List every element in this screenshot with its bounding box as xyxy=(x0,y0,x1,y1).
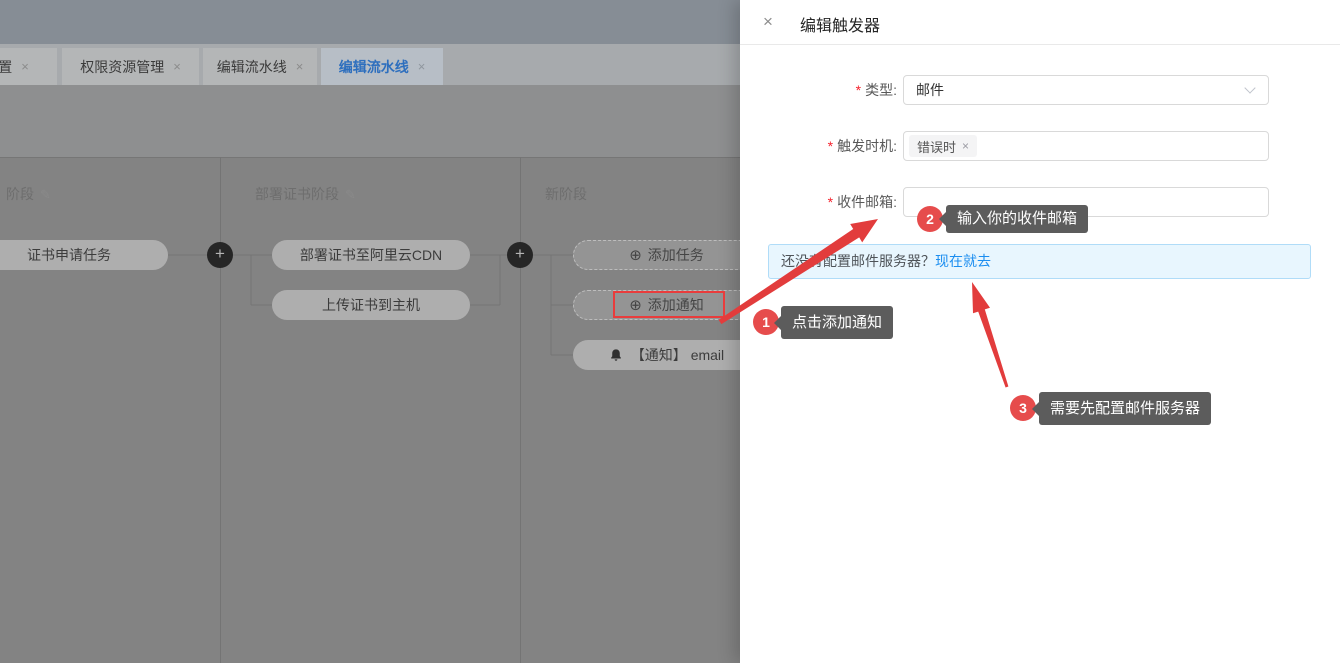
stage-title-text: 新阶段 xyxy=(545,186,587,202)
step-tooltip-3: 需要先配置邮件服务器 xyxy=(1039,392,1211,425)
tag-close-icon[interactable]: × xyxy=(962,139,969,153)
pipeline-toolbar-zone xyxy=(0,85,740,157)
chevron-down-icon xyxy=(1244,82,1255,93)
stage-divider xyxy=(520,157,521,663)
top-header-bar xyxy=(0,0,740,44)
type-select-value: 邮件 xyxy=(904,80,1246,100)
stage-title-1: 阶段 ✎ xyxy=(6,184,51,204)
trigger-time-label: *触发时机: xyxy=(740,131,897,161)
notify-email-node[interactable]: 【通知】 email xyxy=(573,340,740,370)
task-node-deploy-cdn[interactable]: 部署证书至阿里云CDN xyxy=(272,240,470,270)
tag-label: 错误时 xyxy=(917,137,956,156)
task-node-label: 上传证书到主机 xyxy=(322,295,420,315)
task-node-upload-host[interactable]: 上传证书到主机 xyxy=(272,290,470,320)
add-circle-icon: ⊕ xyxy=(629,246,642,264)
task-node-label: 部署证书至阿里云CDN xyxy=(300,245,442,265)
step-tooltip-2: 输入你的收件邮箱 xyxy=(946,205,1088,233)
alert-text: 还没有配置邮件服务器？ xyxy=(781,253,935,269)
tab-settings[interactable]: 设置 × xyxy=(0,48,57,85)
configure-now-link[interactable]: 现在就去 xyxy=(935,253,991,269)
tab-edit-pipeline-1[interactable]: 编辑流水线 × xyxy=(203,48,317,85)
drawer-header: × 编辑触发器 xyxy=(740,0,1340,45)
tab-label: 编辑流水线 xyxy=(339,57,409,77)
step-tooltip-1: 点击添加通知 xyxy=(781,306,893,339)
add-task-label: 添加任务 xyxy=(648,245,704,265)
type-label: *类型: xyxy=(740,75,897,105)
task-node-label: 证书申请任务 xyxy=(27,245,111,265)
tab-edit-pipeline-2-active[interactable]: 编辑流水线 × xyxy=(321,48,443,85)
add-notify-label: 添加通知 xyxy=(648,295,704,315)
recipient-label-text: 收件邮箱: xyxy=(837,194,897,210)
close-icon[interactable]: × xyxy=(763,12,773,32)
tab-close-icon[interactable]: × xyxy=(21,59,29,74)
stage-title-text: 部署证书阶段 xyxy=(255,186,339,202)
app-root: 设置 × 权限资源管理 × 编辑流水线 × 编辑流水线 × xyxy=(0,0,1340,663)
pipeline-workspace: 设置 × 权限资源管理 × 编辑流水线 × 编辑流水线 × xyxy=(0,0,740,663)
drawer-title: 编辑触发器 xyxy=(800,12,880,36)
stage-divider xyxy=(220,157,221,663)
add-task-button[interactable]: ⊕ 添加任务 xyxy=(573,240,740,270)
trigger-time-tag: 错误时 × xyxy=(909,135,977,157)
pipeline-canvas xyxy=(0,157,740,663)
add-notify-button[interactable]: ⊕ 添加通知 xyxy=(573,290,740,320)
add-stage-icon[interactable]: + xyxy=(507,242,533,268)
tab-close-icon[interactable]: × xyxy=(296,59,304,74)
notify-email-label: 【通知】 email xyxy=(631,345,724,365)
add-stage-icon[interactable]: + xyxy=(207,242,233,268)
type-label-text: 类型: xyxy=(865,82,897,98)
edit-stage-icon[interactable]: ✎ xyxy=(345,187,356,202)
recipient-label: *收件邮箱: xyxy=(740,187,897,217)
trigger-time-input[interactable]: 错误时 × xyxy=(903,131,1269,161)
stage-title-text: 阶段 xyxy=(6,186,34,202)
stage-title-2: 部署证书阶段 ✎ xyxy=(255,184,356,204)
stage-title-3: 新阶段 xyxy=(545,184,587,204)
required-mark: * xyxy=(828,138,833,154)
tab-permission-resource[interactable]: 权限资源管理 × xyxy=(62,48,199,85)
tab-bar: 设置 × 权限资源管理 × 编辑流水线 × 编辑流水线 × xyxy=(0,44,740,85)
trigger-time-label-text: 触发时机: xyxy=(837,138,897,154)
required-mark: * xyxy=(856,82,861,98)
bell-icon xyxy=(609,348,623,362)
tab-close-icon[interactable]: × xyxy=(418,59,426,74)
add-circle-icon: ⊕ xyxy=(629,296,642,314)
type-select[interactable]: 邮件 xyxy=(903,75,1269,105)
tab-label: 权限资源管理 xyxy=(80,57,164,77)
tab-label: 设置 xyxy=(0,57,12,77)
edit-stage-icon[interactable]: ✎ xyxy=(40,187,51,202)
required-mark: * xyxy=(828,194,833,210)
mail-server-alert: 还没有配置邮件服务器？现在就去 xyxy=(768,244,1311,279)
task-node-cert-request[interactable]: 证书申请任务 xyxy=(0,240,168,270)
tab-label: 编辑流水线 xyxy=(217,57,287,77)
tab-close-icon[interactable]: × xyxy=(173,59,181,74)
